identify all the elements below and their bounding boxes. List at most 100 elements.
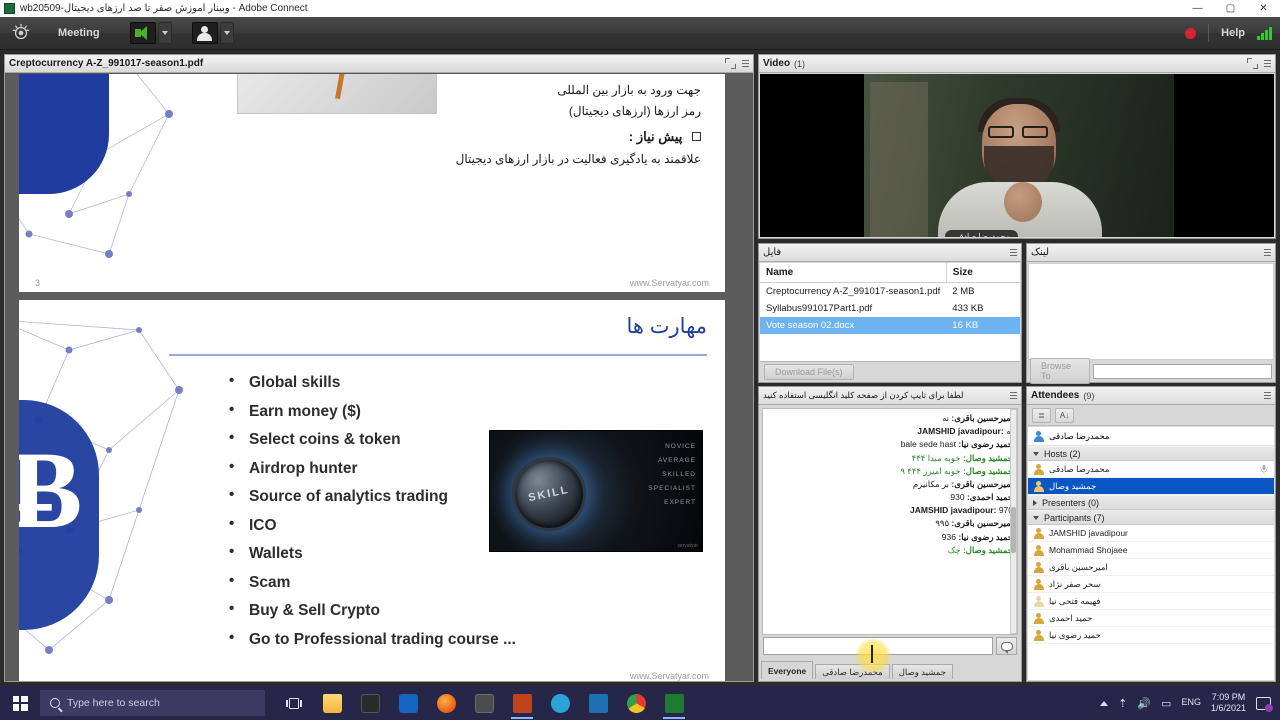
menu-meeting[interactable]: Meeting — [48, 23, 110, 43]
camera-control-group — [191, 22, 234, 44]
window-titlebar: wb20509-وبینار آموزش صفر تا صد ارزهای دی… — [0, 0, 1280, 17]
list-item[interactable]: امیرحسین باقری — [1028, 559, 1274, 576]
taskbar-store[interactable] — [353, 686, 387, 720]
attendee-view-list-button[interactable]: ≣ — [1032, 408, 1051, 423]
slide1-page-number: 3 — [35, 278, 41, 288]
pod-menu-icon[interactable] — [1264, 252, 1271, 253]
search-placeholder: Type here to search — [67, 697, 160, 709]
chevron-down-icon — [223, 31, 230, 35]
list-item[interactable]: Mohammad Shojaee — [1028, 542, 1274, 559]
bullet-item: Go to Professional trading course ... — [229, 629, 516, 649]
files-column-size[interactable]: Size — [946, 263, 1020, 283]
pod-menu-icon[interactable] — [1010, 252, 1017, 253]
slide2-title: مهارت ها — [626, 315, 707, 338]
minimize-button[interactable]: — — [1181, 0, 1214, 17]
close-button[interactable]: ✕ — [1247, 0, 1280, 17]
taskbar-vscode[interactable] — [581, 686, 615, 720]
attendee-group-participants[interactable]: Participants (7) — [1028, 510, 1274, 525]
taskbar-powerpoint[interactable] — [505, 686, 539, 720]
download-files-button[interactable]: Download File(s) — [764, 363, 854, 380]
list-item[interactable]: جمشید وصال — [1028, 478, 1274, 495]
table-row[interactable]: Syllabus991017Part1.pdf 433 KB — [760, 300, 1020, 317]
taskbar-chrome[interactable] — [619, 686, 653, 720]
notifications-icon[interactable] — [1256, 696, 1273, 712]
chat-message-list[interactable]: امیرحسین باقری: نه JAMSHID javadipour: ن… — [762, 408, 1018, 635]
firefox-icon — [436, 693, 456, 713]
taskbar-search-box[interactable]: Type here to search — [40, 690, 265, 716]
table-row[interactable]: Vote season 02.docx 16 KB — [760, 317, 1020, 334]
skill-scale-labels: NOVICE AVERAGE SKILLED SPECIALIST EXPERT — [648, 443, 696, 513]
pod-menu-icon[interactable] — [1264, 63, 1271, 64]
taskbar-telegram[interactable] — [543, 686, 577, 720]
files-column-name[interactable]: Name — [760, 263, 947, 283]
attendee-self-row[interactable]: محمدرضا صادقی — [1028, 427, 1274, 446]
chat-message: حمید احمدی: 930 — [767, 491, 1013, 504]
start-button[interactable] — [0, 686, 40, 720]
maximize-button[interactable]: ▢ — [1214, 0, 1247, 17]
bullet-item: Airdrop hunter — [229, 458, 516, 478]
speaker-toggle-button[interactable] — [129, 22, 156, 44]
list-item[interactable]: JAMSHID javadipour — [1028, 525, 1274, 542]
user-icon — [1033, 561, 1044, 573]
text-cursor-icon — [871, 645, 873, 663]
skill-scale-item: EXPERT — [664, 499, 696, 506]
language-indicator[interactable]: ENG — [1181, 697, 1201, 708]
chat-send-button[interactable] — [996, 637, 1017, 655]
recording-indicator-icon[interactable] — [1185, 27, 1197, 39]
connection-status-icon[interactable] — [1257, 26, 1272, 40]
pod-menu-icon[interactable] — [1264, 395, 1271, 396]
show-hidden-icons-icon[interactable] — [1100, 700, 1109, 706]
help-button[interactable]: Help — [1221, 27, 1245, 39]
pod-menu-icon[interactable] — [742, 63, 749, 64]
fullscreen-icon[interactable] — [1247, 58, 1258, 69]
list-item[interactable]: فهیمه فتحی نیا — [1028, 593, 1274, 610]
list-item[interactable]: محمدرضا صادقی — [1028, 461, 1274, 478]
checkbox-glyph-icon — [692, 132, 701, 141]
share-pod-body[interactable]: جهت ورود به بازار بین المللی رمز ارزها (… — [5, 74, 753, 681]
pod-menu-icon[interactable] — [1010, 395, 1017, 396]
battery-icon[interactable]: ▭ — [1161, 697, 1171, 710]
bullet-item: Select coins & token — [229, 429, 516, 449]
links-pod-body[interactable] — [1028, 263, 1274, 360]
chat-message-text: bale sede hast — [900, 439, 956, 450]
taskbar-adobe-connect[interactable] — [467, 686, 501, 720]
share-pod: Creptocurrency A-Z_991017-season1.pdf جه… — [4, 54, 754, 682]
taskbar-app-extra[interactable] — [657, 686, 691, 720]
chat-message-author: JAMSHID javadipour: — [910, 505, 997, 516]
taskbar-mail[interactable] — [391, 686, 425, 720]
taskbar-firefox[interactable] — [429, 686, 463, 720]
volume-icon[interactable]: 🔊 — [1137, 697, 1151, 710]
camera-toggle-button[interactable] — [191, 22, 218, 44]
attendee-group-hosts[interactable]: Hosts (2) — [1028, 446, 1274, 461]
browse-to-button[interactable]: Browse To — [1030, 358, 1090, 384]
video-pod-body[interactable]: محمدرضا صادقی — [760, 74, 1274, 237]
table-row[interactable]: Creptocurrency A-Z_991017-season1.pdf 2 … — [760, 283, 1020, 301]
attendees-list[interactable]: محمدرضا صادقی Hosts (2) محمدرضا صادقی جم… — [1028, 427, 1274, 680]
audio-menu-button[interactable] — [157, 22, 172, 44]
attendee-name: حمید احمدی — [1049, 612, 1093, 623]
chat-tab-everyone[interactable]: Everyone — [761, 661, 814, 679]
chat-message-author: حمید رضوی نیا: — [958, 531, 1013, 542]
chat-message-author: حمید رضوی نیا: — [958, 439, 1013, 450]
list-item[interactable]: حمید رضوی نیا — [1028, 627, 1274, 644]
chat-scrollbar-thumb[interactable] — [1011, 507, 1016, 553]
camera-menu-button[interactable] — [219, 22, 234, 44]
user-icon — [1033, 578, 1044, 590]
links-url-input[interactable] — [1093, 363, 1272, 379]
chat-message-author: JAMSHID javadipour: — [917, 426, 1004, 437]
taskview-button[interactable] — [277, 686, 311, 720]
clock[interactable]: 7:09 PM 1/6/2021 — [1211, 692, 1246, 715]
list-item[interactable]: سحر صفر نژاد — [1028, 576, 1274, 593]
attendee-sort-button[interactable]: A↓ — [1055, 408, 1074, 423]
chat-tab-private-2[interactable]: جمشید وصال — [891, 664, 953, 679]
speaker-icon — [134, 26, 151, 40]
list-item[interactable]: حمید احمدی — [1028, 610, 1274, 627]
attendee-group-presenters[interactable]: Presenters (0) — [1028, 495, 1274, 510]
slide1-line1: جهت ورود به بازار بین المللی — [557, 83, 701, 97]
user-icon — [1033, 544, 1044, 556]
taskbar-file-explorer[interactable] — [315, 686, 349, 720]
app-icon — [4, 3, 15, 14]
chevron-down-icon — [1033, 451, 1039, 456]
onedrive-icon[interactable]: ⇡ — [1118, 697, 1127, 710]
fullscreen-icon[interactable] — [725, 58, 736, 69]
